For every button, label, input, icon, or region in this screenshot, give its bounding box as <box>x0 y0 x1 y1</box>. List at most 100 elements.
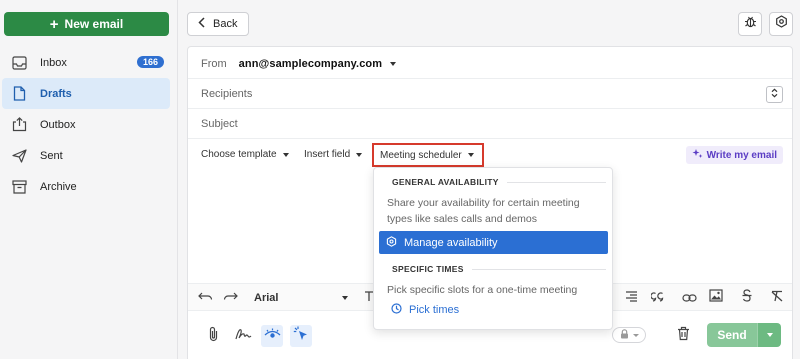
sidebar-item-sent[interactable]: Sent <box>2 140 170 171</box>
lock-icon <box>620 326 629 344</box>
meeting-scheduler-menu: GENERAL AVAILABILITY Share your availabi… <box>373 167 613 330</box>
meeting-scheduler-label: Meeting scheduler <box>380 149 462 161</box>
choose-template-dropdown[interactable]: Choose template <box>201 149 289 160</box>
new-email-button[interactable]: + New email <box>4 12 169 36</box>
sidebar-item-label: Sent <box>40 149 63 162</box>
send-button-group: Send <box>707 323 781 347</box>
cursor-click-icon <box>293 326 309 347</box>
from-row: From ann@samplecompany.com <box>188 49 792 79</box>
font-family-select[interactable]: Arial <box>254 289 348 307</box>
back-button[interactable]: Back <box>187 12 249 36</box>
chevron-down-icon[interactable] <box>390 61 397 66</box>
track-clicks-button[interactable] <box>290 325 312 347</box>
plus-icon: + <box>49 15 59 33</box>
sparkle-icon <box>692 148 703 162</box>
sidebar-item-label: Inbox <box>40 56 67 69</box>
insert-link-button[interactable] <box>680 289 698 307</box>
back-label: Back <box>213 18 238 30</box>
email-app: + New email Inbox 166 Drafts Outbox Sent… <box>0 0 800 359</box>
general-availability-description: Share your availability for certain meet… <box>387 197 580 225</box>
font-family-value: Arial <box>254 292 279 304</box>
signature-button[interactable] <box>232 325 254 347</box>
composer-toolbar: Choose template Insert field Meeting sch… <box>188 140 792 170</box>
subject-row[interactable]: Subject <box>188 109 792 139</box>
track-opens-button[interactable] <box>261 325 283 347</box>
write-my-email-button[interactable]: Write my email <box>685 146 783 164</box>
sidebar-item-drafts[interactable]: Drafts <box>2 78 170 109</box>
specific-times-description: Pick specific slots for a one-time meeti… <box>387 284 578 296</box>
chevron-down-icon <box>342 296 348 300</box>
insert-image-button[interactable] <box>707 289 725 307</box>
paperclip-icon <box>208 326 219 347</box>
signature-icon <box>234 327 252 346</box>
sidebar-item-inbox[interactable]: Inbox 166 <box>2 47 170 78</box>
send-options-button[interactable] <box>757 323 781 347</box>
recipients-input[interactable]: Recipients <box>201 88 252 100</box>
choose-template-label: Choose template <box>201 149 277 160</box>
discard-draft-button[interactable] <box>672 325 694 347</box>
bug-report-button[interactable] <box>738 12 762 36</box>
bug-icon <box>744 15 757 33</box>
image-icon <box>709 289 723 307</box>
subject-input[interactable]: Subject <box>201 118 238 130</box>
eye-tracking-icon <box>264 327 281 345</box>
from-label: From <box>201 57 227 70</box>
undo-button[interactable] <box>196 289 214 307</box>
clear-format-icon <box>770 289 784 307</box>
outbox-icon <box>10 116 28 134</box>
align-button[interactable] <box>622 289 640 307</box>
meeting-scheduler-dropdown[interactable]: Meeting scheduler <box>372 143 484 167</box>
chevron-down-icon <box>632 333 639 337</box>
chevron-down-icon <box>766 333 773 337</box>
sidebar-nav: Inbox 166 Drafts Outbox Sent Archive <box>0 47 178 202</box>
send-paper-plane-icon <box>10 147 28 165</box>
chevron-down-icon <box>356 152 363 157</box>
divider <box>506 181 606 183</box>
chevron-up-down-icon <box>771 88 778 101</box>
gear-icon <box>386 235 397 250</box>
settings-button[interactable] <box>769 12 793 36</box>
attach-button[interactable] <box>202 325 224 347</box>
insert-field-dropdown[interactable]: Insert field <box>304 149 363 160</box>
section-header-label: GENERAL AVAILABILITY <box>392 177 499 187</box>
sidebar-item-label: Outbox <box>40 118 76 131</box>
sidebar-item-outbox[interactable]: Outbox <box>2 109 170 140</box>
expand-recipients-button[interactable] <box>766 86 783 103</box>
redo-icon <box>223 289 238 307</box>
divider <box>471 268 606 270</box>
manage-availability-item[interactable]: Manage availability <box>379 231 608 254</box>
clear-formatting-button[interactable] <box>768 289 786 307</box>
undo-icon <box>197 289 213 307</box>
send-button[interactable]: Send <box>707 323 757 347</box>
specific-times-header: SPECIFIC TIMES <box>392 264 606 274</box>
unread-count-badge: 166 <box>136 56 164 68</box>
sidebar-item-label: Archive <box>40 180 77 193</box>
sidebar: + New email Inbox 166 Drafts Outbox Sent… <box>0 0 178 359</box>
inbox-icon <box>10 54 28 72</box>
insert-field-label: Insert field <box>304 149 351 160</box>
clock-icon <box>391 303 402 317</box>
encryption-toggle[interactable] <box>612 327 646 343</box>
sidebar-item-archive[interactable]: Archive <box>2 171 170 202</box>
general-availability-header: GENERAL AVAILABILITY <box>392 177 606 187</box>
recipients-row[interactable]: Recipients <box>188 79 792 109</box>
redo-button[interactable] <box>221 289 239 307</box>
manage-availability-label: Manage availability <box>404 236 498 249</box>
pick-times-item[interactable]: Pick times <box>391 303 459 317</box>
draft-document-icon <box>10 85 28 103</box>
sidebar-item-label: Drafts <box>40 87 72 100</box>
trash-icon <box>677 326 690 346</box>
quote-button[interactable] <box>649 289 667 307</box>
link-icon <box>681 289 697 307</box>
chevron-down-icon <box>282 152 289 157</box>
from-address-select[interactable]: ann@samplecompany.com <box>239 58 382 70</box>
new-email-label: New email <box>64 17 124 31</box>
gear-icon <box>775 15 788 33</box>
chevron-down-icon <box>467 153 474 157</box>
section-header-label: SPECIFIC TIMES <box>392 264 464 274</box>
pick-times-label: Pick times <box>409 304 460 316</box>
quote-icon <box>650 289 665 307</box>
chevron-left-icon <box>198 17 205 31</box>
write-my-email-label: Write my email <box>706 149 777 161</box>
strikethrough-button[interactable] <box>738 289 756 307</box>
